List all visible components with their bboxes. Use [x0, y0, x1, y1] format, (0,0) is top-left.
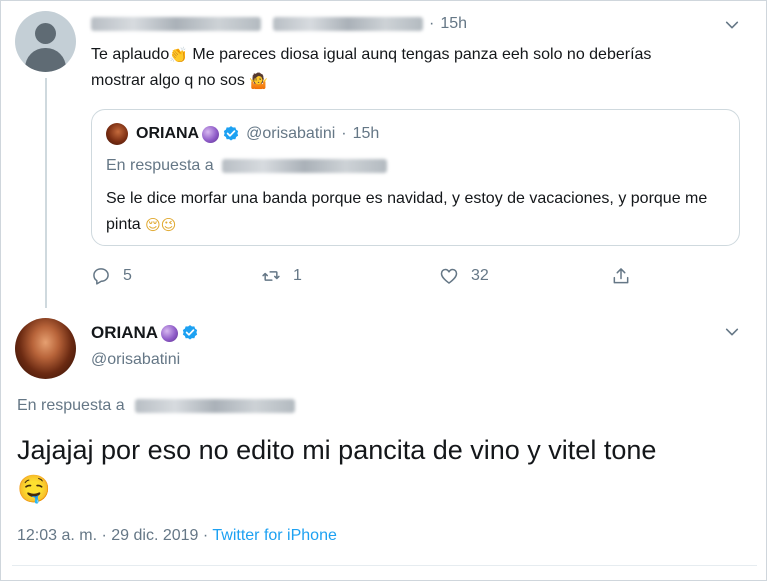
main-display-name: ORIANA: [91, 323, 159, 342]
redacted-reply-target: [221, 159, 387, 173]
reply-tweet-time[interactable]: 15h: [440, 15, 467, 33]
avatar-body-shape: [25, 48, 66, 72]
thread-connector-line: [45, 78, 47, 308]
source-link[interactable]: Twitter for iPhone: [212, 527, 337, 544]
smiling-emojis: 😌😉: [145, 216, 177, 234]
redacted-handle: [273, 17, 423, 31]
reply-tweet-text: Te aplaudo👏 Me pareces diosa igual aunq …: [91, 42, 691, 94]
verified-badge-icon: [182, 325, 198, 340]
quoted-tweet-text: Se le dice morfar una banda porque es na…: [106, 186, 731, 238]
retweet-button[interactable]: 1: [261, 266, 302, 286]
redacted-reply-target: [134, 399, 295, 413]
quoted-handle[interactable]: @orisabatini: [246, 125, 335, 143]
quoted-tweet-card[interactable]: ORIANA @orisabatini · 15h En respuesta a…: [91, 109, 740, 246]
main-reply-label: En respuesta a: [17, 397, 125, 414]
redacted-username: [91, 17, 261, 31]
share-button[interactable]: [611, 266, 631, 286]
quoted-time[interactable]: 15h: [353, 125, 380, 143]
drooling-face-emoji: 🤤: [17, 474, 51, 505]
like-button[interactable]: 32: [439, 266, 489, 286]
share-icon: [613, 268, 629, 284]
main-tweet-text: Jajajaj por eso no edito mi pancita de v…: [17, 433, 752, 503]
main-tweet-timestamp: 12:03 a. m. · 29 dic. 2019 · Twitter for…: [17, 527, 337, 545]
verified-badge-icon: [223, 126, 239, 141]
like-count: 32: [471, 267, 489, 284]
separator-dot: ·: [341, 125, 347, 142]
main-text-body: Jajajaj por eso no edito mi pancita de v…: [17, 435, 657, 465]
quoted-display-name: ORIANA: [136, 125, 200, 142]
main-tweet-author[interactable]: ORIANA: [91, 323, 199, 343]
reply-tweet-actions: 5 1 32: [91, 266, 651, 292]
clapping-hands-emoji: 👏: [169, 46, 188, 64]
chevron-down-icon[interactable]: [724, 324, 740, 340]
separator-dot: ·: [429, 15, 435, 32]
timestamp-text[interactable]: 12:03 a. m. · 29 dic. 2019 ·: [17, 527, 212, 544]
chevron-down-icon[interactable]: [724, 17, 740, 33]
quoted-avatar: [106, 123, 128, 145]
reply-icon: [93, 268, 109, 285]
reply-button[interactable]: 5: [91, 266, 132, 286]
like-icon: [440, 268, 458, 284]
reply-text-start: Te aplaudo: [91, 46, 170, 63]
avatar-head-shape: [35, 23, 56, 44]
crystal-ball-icon: [202, 125, 220, 143]
main-reply-context: En respuesta a: [17, 397, 295, 415]
retweet-icon: [262, 271, 280, 281]
crystal-ball-icon: [161, 324, 179, 342]
main-handle[interactable]: @orisabatini: [91, 351, 180, 369]
default-avatar[interactable]: [15, 11, 76, 72]
main-avatar[interactable]: [15, 318, 76, 379]
divider: [12, 565, 757, 566]
quoted-tweet-header: ORIANA @orisabatini · 15h: [136, 122, 379, 146]
quoted-text-body: Se le dice morfar una banda porque es na…: [106, 190, 708, 233]
quoted-reply-context: En respuesta a: [106, 157, 387, 175]
person-shrugging-emoji: 🤷: [249, 72, 268, 90]
retweet-count: 1: [293, 267, 302, 284]
reply-tweet-header: · 15h: [91, 14, 467, 34]
reply-count: 5: [123, 267, 132, 284]
quoted-reply-label: En respuesta a: [106, 157, 214, 174]
